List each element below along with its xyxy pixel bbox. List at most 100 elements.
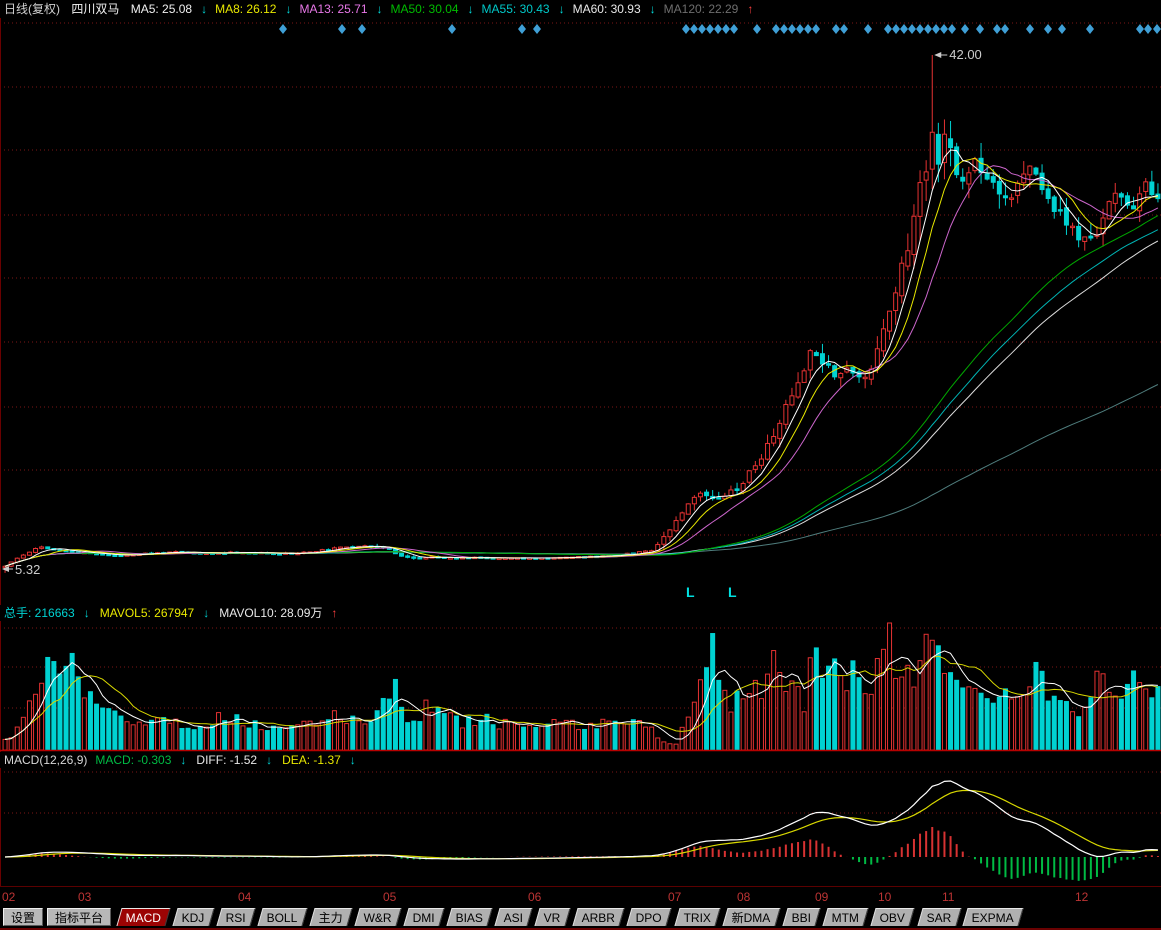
volume-bar <box>112 710 118 751</box>
indicator-tab-mtm[interactable]: MTM <box>822 908 869 926</box>
indicator-tab-dpo[interactable]: DPO <box>626 908 673 926</box>
axis-month-label: 12 <box>1075 890 1089 904</box>
indicator-tab-rsi[interactable]: RSI <box>216 908 256 926</box>
volume-bar <box>582 728 588 751</box>
trend-arrow-icon: ↑ <box>747 2 754 16</box>
volume-bar <box>453 715 459 751</box>
volume-chart-pane[interactable] <box>0 621 1161 752</box>
indicator-tab-macd[interactable]: MACD <box>116 908 171 926</box>
volume-bar <box>216 712 222 751</box>
candle-body <box>1033 167 1039 175</box>
indicator-tab-主力[interactable]: 主力 <box>309 908 353 926</box>
candle-body <box>807 350 813 371</box>
indicator-tab-boll[interactable]: BOLL <box>257 908 308 926</box>
volume-bar <box>338 719 344 751</box>
macd-value: MACD: -0.303 <box>95 753 172 767</box>
volume-bar <box>1009 698 1015 751</box>
volume-bar <box>966 686 972 751</box>
indicator-tab-obv[interactable]: OBV <box>870 908 916 926</box>
volume-bar <box>283 727 289 751</box>
volume-bar <box>405 722 411 751</box>
volume-bar <box>295 724 301 751</box>
indicator-tab-dmi[interactable]: DMI <box>403 908 445 926</box>
diamond-marker-icon <box>892 24 900 34</box>
volume-bar <box>673 743 679 751</box>
volume-bar <box>539 725 545 751</box>
candle-body <box>673 520 679 532</box>
candle-body <box>923 171 929 181</box>
indicator-tab-label: MACD <box>125 911 161 925</box>
toolbar-button-settings[interactable]: 设置 <box>3 908 44 926</box>
indicator-tab-arbr[interactable]: ARBR <box>572 908 626 926</box>
indicator-tab-vr[interactable]: VR <box>534 908 571 926</box>
diamond-marker-icon <box>932 24 940 34</box>
candle-body <box>728 489 734 497</box>
indicator-tab-label: ASI <box>503 911 524 925</box>
indicator-tab-w&r[interactable]: W&R <box>354 908 402 926</box>
candle-body <box>801 370 807 383</box>
indicator-tab-bbi[interactable]: BBI <box>781 908 821 926</box>
candle-body <box>948 138 954 149</box>
indicator-tab-kdj[interactable]: KDJ <box>172 908 215 926</box>
candle-body <box>411 556 417 559</box>
volume-bar <box>447 712 453 751</box>
candle-body <box>734 488 740 491</box>
candle-body <box>447 557 453 560</box>
volume-bar <box>228 722 234 751</box>
price-chart-pane[interactable]: 42.00 5.32 L L <box>0 18 1161 605</box>
volume-bar <box>57 673 63 751</box>
indicator-tab-label: 新DMA <box>731 911 771 925</box>
axis-month-label: 02 <box>2 890 16 904</box>
volume-bar <box>173 718 179 751</box>
volume-bar <box>20 716 26 751</box>
diamond-marker-icon <box>924 24 932 34</box>
candle-body <box>45 546 51 550</box>
volume-bar <box>8 737 14 751</box>
candle-body <box>667 529 673 538</box>
indicator-tab-bias[interactable]: BIAS <box>446 908 493 926</box>
indicator-tab-新dma[interactable]: 新DMA <box>722 908 781 926</box>
diamond-marker-icon <box>518 24 526 34</box>
dea-line <box>4 789 1158 860</box>
candle-body <box>905 250 911 267</box>
candle-body <box>1039 172 1045 191</box>
period-label: 日线(复权) <box>4 2 60 16</box>
volume-bar <box>392 678 398 751</box>
diamond-marker-icon <box>908 24 916 34</box>
volume-value: 总手: 216663 <box>4 606 75 620</box>
candle-body <box>966 172 972 185</box>
toolbar-button-indicator-platform[interactable]: 指标平台 <box>47 908 112 926</box>
volume-bar <box>161 717 167 751</box>
volume-value: MAVOL5: 267947 <box>99 606 195 620</box>
indicator-tab-trix[interactable]: TRIX <box>673 908 721 926</box>
volume-bar <box>588 722 594 751</box>
volume-bar <box>472 724 478 751</box>
indicator-tab-expma[interactable]: EXPMA <box>962 908 1024 926</box>
volume-bar <box>1094 670 1100 751</box>
volume-bar <box>399 706 405 751</box>
candle-body <box>1143 181 1149 192</box>
volume-bar <box>1143 688 1149 751</box>
volume-bar <box>1057 700 1063 751</box>
indicator-tab-sar[interactable]: SAR <box>916 908 961 926</box>
diamond-marker-icon <box>788 24 796 34</box>
volume-bar <box>197 726 203 751</box>
candle-body <box>1088 235 1094 239</box>
indicator-tab-label: BBI <box>791 911 811 925</box>
volume-bar <box>612 720 618 751</box>
volume-bar <box>1137 682 1143 751</box>
candle-body <box>917 182 923 217</box>
ma-value: MA8: 26.12 <box>215 2 277 16</box>
volume-bar <box>868 693 874 751</box>
diamond-marker-icon <box>993 24 1001 34</box>
indicator-tab-asi[interactable]: ASI <box>494 908 534 926</box>
volume-bar <box>978 692 984 751</box>
volume-bar <box>899 676 905 751</box>
macd-chart-pane[interactable] <box>0 768 1161 886</box>
volume-bar <box>960 687 966 751</box>
candle-body <box>941 133 947 164</box>
volume-bar <box>264 730 270 751</box>
candle-body <box>405 555 411 558</box>
diamond-marker-icon <box>730 24 738 34</box>
candle-body <box>752 465 758 470</box>
